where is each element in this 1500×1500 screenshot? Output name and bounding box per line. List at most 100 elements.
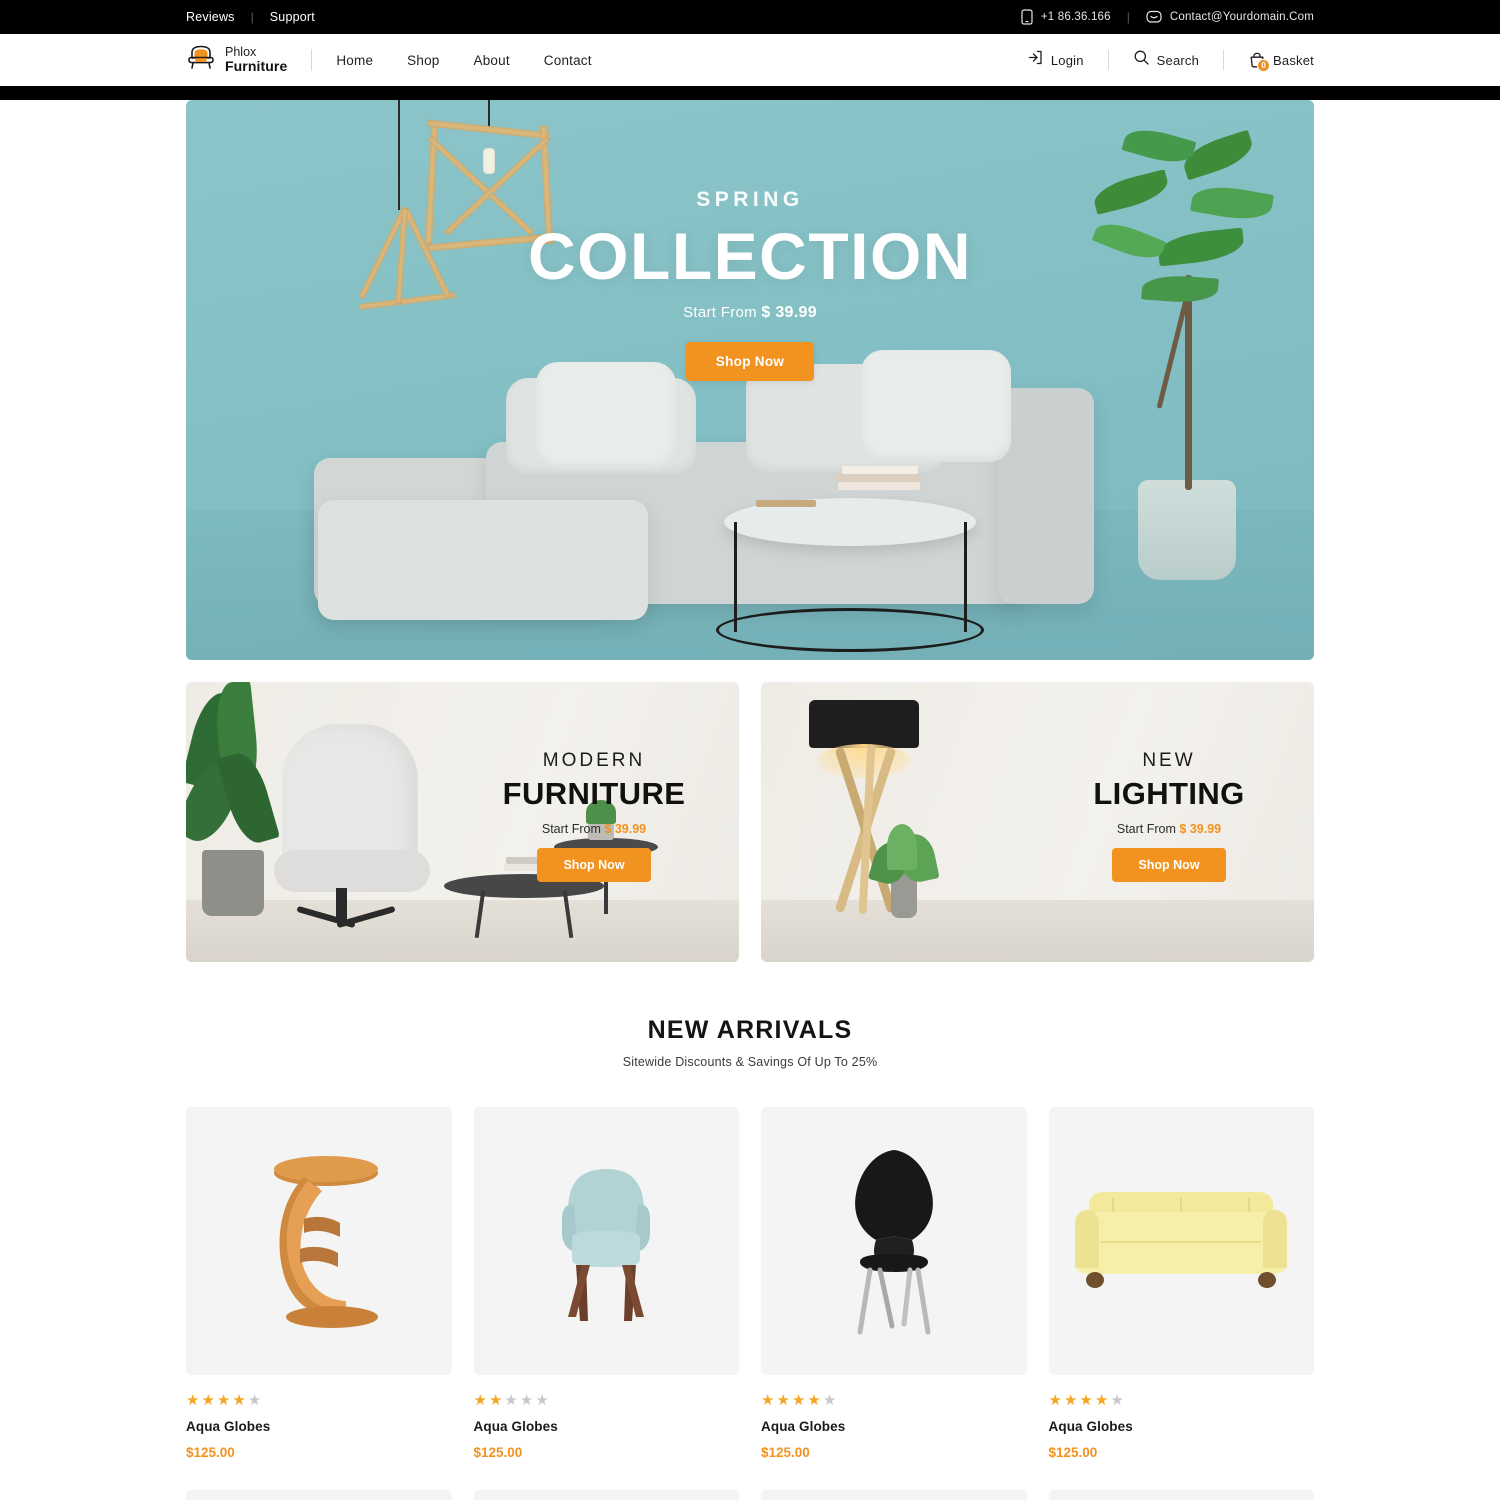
hero-subtitle-price: $ 39.99 (761, 303, 817, 321)
armchair-logo-icon (186, 44, 216, 76)
hero-shop-now-button[interactable]: Shop Now (685, 341, 815, 381)
star-icon: ★ (776, 1392, 790, 1409)
promo-kicker: NEW (1142, 750, 1196, 771)
search-label: Search (1156, 52, 1200, 68)
search-icon (1133, 49, 1150, 71)
mobile-phone-icon (1021, 9, 1033, 25)
product-card-row2[interactable]: Sale (1048, 1490, 1314, 1500)
nav-item-contact[interactable]: Contact (544, 53, 592, 68)
promo-copy-furniture: MODERN FURNITURE Start From $ 39.99 Shop… (489, 750, 699, 882)
login-arrow-icon (1027, 49, 1044, 71)
header-action-divider-2 (1223, 50, 1225, 70)
hero-table-leg (734, 522, 737, 632)
hero-subtitle-prefix: Start From (683, 303, 762, 321)
promo-banner-furniture[interactable]: MODERN FURNITURE Start From $ 39.99 Shop… (186, 682, 739, 962)
content-wrapper: SPRING COLLECTION Start From $ 39.99 Sho… (186, 100, 1314, 1500)
site-logo[interactable]: Phlox Furniture (186, 44, 287, 76)
product-name[interactable]: Aqua Globes (1049, 1419, 1315, 1434)
promo-subtitle-prefix: Start From (1116, 822, 1180, 836)
basket-icon: 0 (1248, 51, 1271, 72)
star-icon: ★ (822, 1392, 837, 1409)
promo-kicker: MODERN (542, 750, 646, 771)
product-card[interactable]: ★ ★ ★ ★ ★ Aqua Globes $125.00 (1048, 1107, 1315, 1460)
promo-banner-row: MODERN FURNITURE Start From $ 39.99 Shop… (186, 682, 1314, 962)
product-image-teal-armchair[interactable] (473, 1107, 739, 1375)
nav-item-shop[interactable]: Shop (407, 53, 439, 68)
product-card-row2[interactable] (761, 1490, 1027, 1500)
basket-button[interactable]: 0 Basket (1248, 51, 1314, 72)
star-icon: ★ (247, 1392, 262, 1409)
product-card-row2[interactable]: Sale (186, 1490, 452, 1500)
promo-subtitle-prefix: Start From (541, 822, 605, 836)
star-icon: ★ (807, 1392, 821, 1409)
topbar-link-support[interactable]: Support (270, 10, 315, 24)
promo-lamp-plant-leaf (887, 824, 917, 870)
product-card-row2[interactable]: Sale (473, 1490, 739, 1500)
product-card[interactable]: ★ ★ ★ ★ ★ Aqua Globes $125.00 (761, 1107, 1027, 1460)
topbar-contact: +1 86.36.166 | Contact@Yourdomain.Com (1021, 9, 1314, 25)
basket-count-badge: 0 (1257, 59, 1271, 72)
header-divider (311, 49, 313, 71)
logo-line-2: Furniture (225, 58, 288, 75)
hero-sofa-right-arm (998, 388, 1094, 604)
hero-subtitle: Start From $ 39.99 (186, 304, 1314, 322)
product-price: $125.00 (761, 1445, 810, 1460)
star-icon: ★ (761, 1392, 775, 1409)
star-icon: ★ (1079, 1392, 1093, 1409)
login-label: Login (1050, 52, 1084, 68)
hero-tray (756, 500, 816, 507)
product-card[interactable]: ★ ★ ★ ★ ★ Aqua Globes $125.00 (473, 1107, 740, 1460)
promo-shop-now-button-furniture[interactable]: Shop Now (537, 848, 651, 882)
promo-lamp-glow (817, 744, 911, 778)
site-header: Phlox Furniture Home Shop About Contact … (0, 34, 1500, 86)
product-rating: ★ ★ ★ ★ ★ (186, 1393, 452, 1408)
new-arrivals-header: NEW ARRIVALS Sitewide Discounts & Saving… (186, 1016, 1314, 1069)
yellow-sofa-icon (1075, 1192, 1288, 1288)
topbar-email[interactable]: Contact@Yourdomain.Com (1146, 10, 1314, 25)
nav-item-home[interactable]: Home (336, 53, 373, 68)
product-image-yellow-sofa[interactable] (1048, 1107, 1314, 1375)
logo-text: Phlox Furniture (225, 45, 288, 75)
promo-lamp-shade (809, 700, 919, 748)
search-button[interactable]: Search (1133, 49, 1199, 71)
nav-item-about[interactable]: About (474, 53, 510, 68)
hero-copy: SPRING COLLECTION Start From $ 39.99 Sho… (186, 188, 1314, 381)
header-left: Phlox Furniture Home Shop About Contact (186, 44, 592, 76)
phone-number: +1 86.36.166 (1040, 11, 1111, 23)
hero-banner[interactable]: SPRING COLLECTION Start From $ 39.99 Sho… (186, 100, 1314, 660)
product-image-black-chair[interactable] (761, 1107, 1027, 1375)
star-icon: ★ (216, 1392, 231, 1409)
star-icon: ★ (201, 1392, 215, 1409)
product-price: $125.00 (186, 1445, 235, 1460)
product-name[interactable]: Aqua Globes (186, 1419, 452, 1434)
topbar-divider-2: | (1126, 10, 1130, 24)
product-rating: ★ ★ ★ ★ ★ (474, 1393, 740, 1408)
promo-subtitle-price: $ 39.99 (1179, 822, 1222, 836)
basket-label: Basket (1273, 52, 1314, 68)
star-icon: ★ (186, 1392, 200, 1409)
promo-floor (186, 900, 739, 962)
login-button[interactable]: Login (1027, 49, 1084, 71)
promo-subtitle-price: $ 39.99 (604, 822, 647, 836)
promo-shop-now-button-lighting[interactable]: Shop Now (1112, 848, 1226, 882)
hero-plant-pot (1138, 480, 1236, 580)
promo-subtitle: Start From $ 39.99 (489, 822, 699, 836)
star-icon: ★ (1110, 1392, 1124, 1409)
header-action-divider-1 (1107, 50, 1109, 70)
product-price: $125.00 (1048, 1445, 1098, 1460)
product-grid: ★ ★ ★ ★ ★ Aqua Globes $125.00 ★ ★ ★ ★ ★ … (186, 1107, 1314, 1460)
product-card[interactable]: ★ ★ ★ ★ ★ Aqua Globes $125.00 (186, 1107, 452, 1460)
product-image-wooden-side-table[interactable] (186, 1107, 452, 1375)
star-icon: ★ (1048, 1392, 1062, 1409)
topbar-link-reviews[interactable]: Reviews (186, 10, 235, 24)
top-utility-bar: Reviews | Support +1 86.36.166 | Contact… (0, 0, 1500, 34)
hero-book-stack (838, 482, 920, 490)
promo-banner-lighting[interactable]: NEW LIGHTING Start From $ 39.99 Shop Now (761, 682, 1314, 962)
product-name[interactable]: Aqua Globes (761, 1419, 1027, 1434)
black-chair-icon (854, 1150, 933, 1335)
product-name[interactable]: Aqua Globes (474, 1419, 740, 1434)
star-icon: ★ (1063, 1392, 1078, 1409)
topbar-phone[interactable]: +1 86.36.166 (1021, 9, 1111, 25)
product-grid-row-2: Sale Sale Sale (186, 1490, 1314, 1500)
main-nav: Home Shop About Contact (336, 53, 591, 68)
